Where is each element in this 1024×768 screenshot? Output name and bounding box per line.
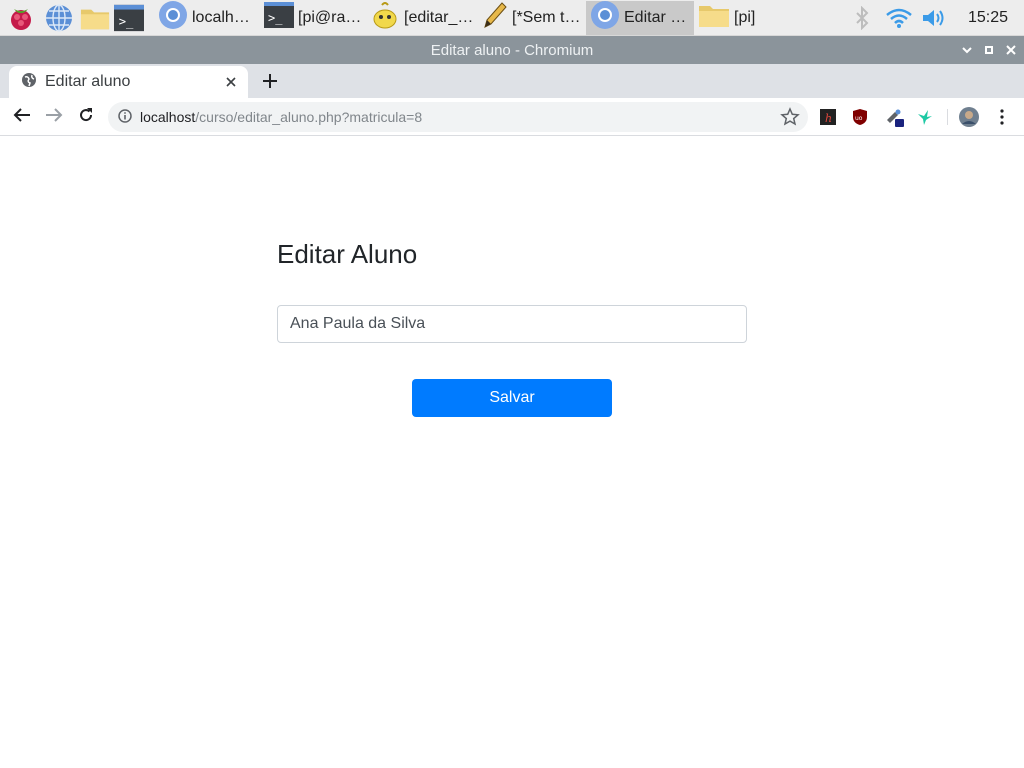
tab-editar-aluno[interactable]: Editar aluno	[9, 66, 248, 98]
taskbar-task-label: [pi@ras…	[298, 8, 362, 26]
browser-toolbar: localhost/curso/editar_aluno.php?matricu…	[0, 98, 1024, 136]
svg-text:>_: >_	[268, 11, 283, 25]
chromium-icon	[158, 1, 188, 35]
wifi-icon[interactable]	[880, 7, 918, 29]
save-button[interactable]: Salvar	[412, 379, 612, 417]
maximize-icon[interactable]	[982, 43, 996, 57]
toolbar-divider	[947, 109, 948, 125]
taskbar-task-chromium-editar[interactable]: Editar al…	[586, 0, 694, 35]
svg-text:>_: >_	[119, 14, 134, 28]
geany-teapot-icon	[370, 1, 400, 35]
svg-text:h: h	[825, 112, 832, 125]
globe-favicon-icon	[21, 72, 37, 93]
folder-icon	[698, 2, 730, 33]
bluetooth-icon[interactable]	[844, 6, 880, 30]
ublock-shield-icon[interactable]: uo	[850, 107, 870, 127]
taskbar-task-label: Editar al…	[624, 8, 690, 26]
taskbar-task-file-manager[interactable]: [pi]	[694, 1, 774, 35]
window-controls	[960, 36, 1018, 64]
os-taskbar: >_ localhost… >_ [pi@ras… [editar_b… [*S…	[0, 0, 1024, 36]
taskbar-task-geany[interactable]: [editar_b…	[366, 1, 478, 35]
tab-title: Editar aluno	[45, 73, 131, 90]
system-tray: 15:25	[844, 0, 1024, 36]
clock[interactable]: 15:25	[952, 9, 1024, 27]
profile-avatar[interactable]	[959, 107, 979, 127]
reload-button[interactable]	[74, 105, 98, 129]
taskbar-task-label: [pi]	[734, 8, 756, 26]
tab-close-icon[interactable]	[220, 71, 242, 93]
bird-extension-icon[interactable]	[915, 107, 935, 127]
info-icon[interactable]	[118, 108, 132, 126]
taskbar-task-label: [*Sem tít…	[512, 8, 582, 26]
new-tab-button[interactable]	[259, 70, 281, 92]
web-browser-launcher-icon[interactable]	[44, 3, 74, 33]
pencil-icon	[482, 1, 508, 35]
close-window-icon[interactable]	[1004, 43, 1018, 57]
taskbar-task-label: localhost…	[192, 8, 256, 26]
taskbar-task-chromium-localhost[interactable]: localhost…	[154, 1, 260, 35]
bookmark-star-icon[interactable]	[780, 107, 800, 127]
raspberry-menu-icon[interactable]	[6, 3, 36, 33]
menu-kebab-icon[interactable]	[992, 107, 1012, 127]
url-path: /curso/editar_aluno.php?matricula=8	[195, 109, 423, 125]
back-button[interactable]	[10, 105, 34, 129]
student-name-input[interactable]	[277, 305, 747, 343]
arrow-left-icon	[13, 107, 31, 128]
extension-h-icon[interactable]: h	[818, 107, 838, 127]
volume-icon[interactable]	[918, 7, 952, 29]
terminal-icon: >_	[264, 2, 294, 33]
window-title: Editar aluno - Chromium	[430, 41, 594, 59]
eyedropper-extension-icon[interactable]	[884, 107, 904, 127]
svg-text:uo: uo	[855, 115, 863, 122]
arrow-right-icon	[45, 107, 63, 128]
window-titlebar[interactable]: Editar aluno - Chromium	[0, 36, 1024, 64]
terminal-launcher-icon[interactable]: >_	[114, 3, 144, 33]
url-host: localhost	[140, 109, 196, 125]
chromium-icon	[590, 1, 620, 35]
taskbar-task-text-editor[interactable]: [*Sem tít…	[478, 1, 586, 35]
minimize-icon[interactable]	[960, 43, 974, 57]
taskbar-task-label: [editar_b…	[404, 8, 474, 26]
tab-strip: Editar aluno	[0, 64, 1024, 98]
forward-button[interactable]	[42, 105, 66, 129]
taskbar-task-terminal[interactable]: >_ [pi@ras…	[260, 1, 366, 35]
reload-icon	[78, 107, 94, 128]
address-bar[interactable]: localhost/curso/editar_aluno.php?matricu…	[108, 102, 808, 132]
page-content: Editar Aluno Salvar	[0, 137, 1024, 768]
page-title: Editar Aluno	[277, 239, 418, 269]
file-manager-launcher-icon[interactable]	[80, 3, 110, 33]
